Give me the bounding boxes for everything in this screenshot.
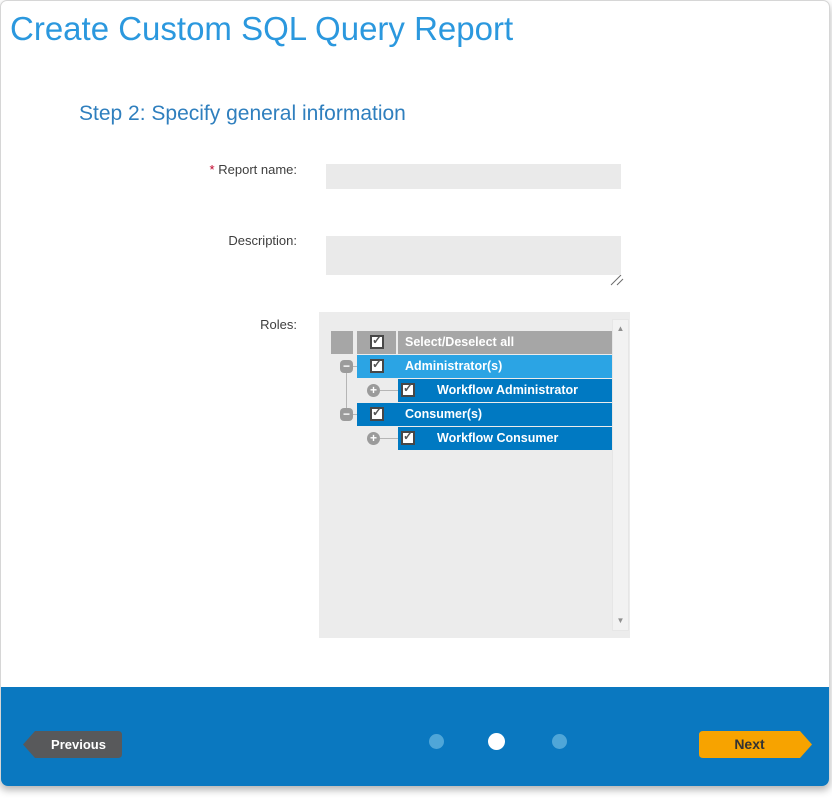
wizard-dialog: Create Custom SQL Query Report Step 2: S… <box>0 0 830 786</box>
description-label: Description: <box>101 233 297 249</box>
row-label: Workflow Administrator <box>437 379 578 402</box>
tree-row-workflow-administrator[interactable]: ✓ Workflow Administrator <box>398 379 613 402</box>
step-dot-3 <box>552 734 567 749</box>
tree-row-workflow-consumer[interactable]: ✓ Workflow Consumer <box>398 427 613 450</box>
roles-panel: ✓ Select/Deselect all − + − + ✓ Administ… <box>319 312 630 638</box>
roles-scrollbar[interactable]: ▲ ▼ <box>612 319 629 631</box>
check-icon: ✓ <box>372 333 382 347</box>
check-icon: ✓ <box>372 405 382 419</box>
step-dot-2-active <box>488 733 505 750</box>
scroll-down-icon[interactable]: ▼ <box>613 616 628 626</box>
tree-line <box>346 373 347 409</box>
row-checkbox[interactable]: ✓ <box>401 431 415 445</box>
resize-grip-icon[interactable] <box>610 275 624 286</box>
description-label-text: Description: <box>228 233 297 248</box>
row-label: Consumer(s) <box>405 403 482 426</box>
tree-row-consumers[interactable]: ✓ Consumer(s) <box>357 403 613 426</box>
report-name-label-text: Report name: <box>218 162 297 177</box>
tree-header-corner-cell <box>331 331 353 354</box>
description-input[interactable] <box>326 236 621 275</box>
scroll-up-icon[interactable]: ▲ <box>613 324 628 334</box>
roles-label-text: Roles: <box>260 317 297 332</box>
row-label: Administrator(s) <box>405 355 502 378</box>
select-all-checkbox-cell: ✓ <box>357 331 396 354</box>
check-icon: ✓ <box>372 357 382 371</box>
previous-button-label: Previous <box>35 731 122 758</box>
row-checkbox[interactable]: ✓ <box>370 359 384 373</box>
wizard-footer: Previous Next <box>1 687 829 786</box>
tree-line <box>380 438 398 439</box>
row-label: Workflow Consumer <box>437 427 558 450</box>
expand-icon[interactable]: + <box>367 432 380 445</box>
roles-label: Roles: <box>101 317 297 333</box>
select-all-checkbox[interactable]: ✓ <box>370 335 384 349</box>
collapse-icon[interactable]: − <box>340 408 353 421</box>
select-all-label: Select/Deselect all <box>405 331 514 354</box>
row-checkbox[interactable]: ✓ <box>370 407 384 421</box>
collapse-icon[interactable]: − <box>340 360 353 373</box>
step-dot-1 <box>429 734 444 749</box>
select-all-header[interactable]: Select/Deselect all <box>398 331 613 354</box>
check-icon: ✓ <box>403 429 413 443</box>
row-checkbox[interactable]: ✓ <box>401 383 415 397</box>
check-icon: ✓ <box>403 381 413 395</box>
tree-line <box>380 390 398 391</box>
next-button[interactable]: Next <box>699 731 812 758</box>
expand-icon[interactable]: + <box>367 384 380 397</box>
page-title: Create Custom SQL Query Report <box>10 6 513 52</box>
required-asterisk: * <box>210 162 215 177</box>
report-name-input[interactable] <box>326 164 621 189</box>
next-button-label: Next <box>699 731 800 758</box>
step-heading: Step 2: Specify general information <box>79 99 406 129</box>
report-name-label: * Report name: <box>101 162 297 178</box>
tree-row-administrators[interactable]: ✓ Administrator(s) <box>357 355 613 378</box>
previous-button[interactable]: Previous <box>23 731 122 758</box>
